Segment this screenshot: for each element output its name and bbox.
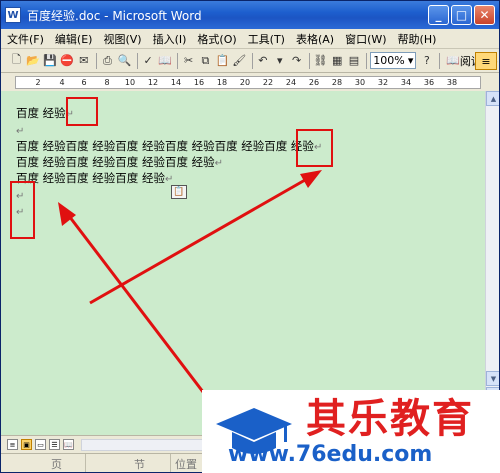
ruler-number: 20: [239, 78, 251, 87]
ruler-number: 6: [81, 78, 87, 87]
menu-format[interactable]: 格式(O): [197, 31, 236, 47]
horizontal-ruler[interactable]: 2 4 6 8 10 12 14 16 18 20 22 24 26 28 30…: [1, 73, 499, 91]
paragraph-mark: ↵: [214, 158, 224, 169]
open-folder-icon[interactable]: 📂: [26, 52, 41, 69]
paste-options-icon[interactable]: 📋: [171, 185, 187, 199]
tables-borders-icon[interactable]: ▦: [330, 52, 345, 69]
paste-icon[interactable]: 📋: [215, 52, 230, 69]
new-document-icon[interactable]: 🗋: [9, 52, 24, 69]
reading-view-icon[interactable]: 📖: [63, 439, 74, 450]
ruler-number: 24: [285, 78, 297, 87]
menu-view[interactable]: 视图(V): [103, 31, 141, 47]
menu-tools[interactable]: 工具(T): [248, 31, 285, 47]
annotation-box: [66, 97, 98, 126]
help-icon[interactable]: ?: [419, 52, 434, 69]
copy-icon[interactable]: ⧉: [198, 52, 213, 69]
print-preview-icon[interactable]: 🔍: [117, 52, 132, 69]
scroll-down-icon[interactable]: ▼: [486, 371, 499, 386]
chevron-down-icon: ▾: [407, 54, 414, 67]
ruler-number: 10: [124, 78, 136, 87]
menu-window[interactable]: 窗口(W): [345, 31, 386, 47]
insert-table-icon[interactable]: ▤: [347, 52, 362, 69]
ruler-number: 2: [35, 78, 41, 87]
graduation-cap-icon: [216, 407, 292, 454]
redo-icon[interactable]: ↷: [289, 52, 304, 69]
paragraph-mark: ↵: [164, 174, 174, 185]
annotation-box: [10, 181, 35, 239]
title-bar[interactable]: W 百度经验.doc - Microsoft Word _ □ ✕: [1, 1, 499, 29]
research-icon[interactable]: 📖: [158, 52, 173, 69]
ruler-number: 36: [423, 78, 435, 87]
toolbar-separator: [439, 52, 441, 69]
zoom-select[interactable]: 100% ▾: [370, 52, 417, 69]
ruler-number: 22: [262, 78, 274, 87]
hyperlink-icon[interactable]: ⛓: [313, 52, 328, 69]
undo-icon[interactable]: ↶: [255, 52, 270, 69]
toolbar-separator: [177, 52, 179, 69]
menu-help[interactable]: 帮助(H): [398, 31, 437, 47]
menu-edit[interactable]: 编辑(E): [55, 31, 93, 47]
close-button[interactable]: ✕: [474, 5, 495, 25]
watermark-brand: 其乐教育: [306, 395, 474, 442]
document-area[interactable]: 百度 经验↵ ↵ 百度 经验百度 经验百度 经验百度 经验百度 经验百度 经验↵…: [1, 91, 485, 435]
ruler-number: 8: [104, 78, 110, 87]
vertical-scrollbar[interactable]: ▲ ▼ ▲ ● ▼: [485, 91, 499, 435]
menu-table[interactable]: 表格(A): [296, 31, 334, 47]
web-layout-icon[interactable]: ▣: [21, 439, 32, 450]
normal-view-icon[interactable]: ≡: [7, 439, 18, 450]
spelling-icon[interactable]: ✓: [141, 52, 156, 69]
format-painter-icon[interactable]: 🖌: [232, 52, 247, 69]
ruler-number: 28: [331, 78, 343, 87]
maximize-button[interactable]: □: [451, 5, 472, 25]
menu-bar: 文件(F) 编辑(E) 视图(V) 插入(I) 格式(O) 工具(T) 表格(A…: [1, 29, 499, 49]
cut-icon[interactable]: ✂: [181, 52, 196, 69]
ruler-number: 32: [377, 78, 389, 87]
doc-line-5[interactable]: 百度 经验百度 经验百度 经验↵: [16, 170, 173, 188]
status-page: 页: [1, 453, 86, 472]
doc-text: 百度 经验: [16, 106, 66, 120]
menu-file[interactable]: 文件(F): [7, 31, 44, 47]
email-icon[interactable]: ✉: [76, 52, 91, 69]
annotation-box: [296, 129, 333, 167]
toolbar-separator: [96, 52, 98, 69]
toolbar-separator: [309, 52, 310, 69]
ruler-number: 14: [170, 78, 182, 87]
doc-text: 百度 经验百度 经验百度 经验百度 经验百度 经验百度 经验: [16, 139, 314, 153]
ruler-number: 18: [216, 78, 228, 87]
print-layout-icon[interactable]: ▭: [35, 439, 46, 450]
book-icon: 📖: [446, 54, 460, 67]
dropdown-arrow-icon[interactable]: ▾: [272, 52, 287, 69]
ruler-number: 12: [147, 78, 159, 87]
ruler-strip: 2 4 6 8 10 12 14 16 18 20 22 24 26 28 30…: [15, 76, 481, 89]
print-icon[interactable]: ⎙: [100, 52, 115, 69]
outline-view-icon[interactable]: ☰: [49, 439, 60, 450]
word-app-icon: W: [5, 7, 21, 23]
ruler-number: 34: [400, 78, 412, 87]
ruler-number: 26: [308, 78, 320, 87]
toolbar-separator: [136, 52, 138, 69]
status-section: 节: [86, 453, 171, 472]
standard-toolbar: 🗋 📂 💾 ⛔ ✉ ⎙ 🔍 ✓ 📖 ✂ ⧉ 📋 🖌 ↶ ▾ ↷ ⛓ ▦ ▤ 10…: [1, 49, 499, 73]
window-title: 百度经验.doc - Microsoft Word: [27, 8, 202, 23]
toolbar-separator: [366, 52, 368, 69]
ruler-number: 38: [446, 78, 458, 87]
zoom-value: 100%: [373, 54, 405, 67]
ruler-number: 4: [59, 78, 65, 87]
doc-text: 百度 经验百度 经验百度 经验百度 经验: [16, 155, 215, 169]
watermark-text: 其乐教育 www.76edu.com: [228, 395, 474, 468]
window-controls: _ □ ✕: [428, 5, 495, 25]
paragraph-mark: ↵: [16, 126, 25, 137]
ruler-number: 16: [193, 78, 205, 87]
permission-icon[interactable]: ⛔: [60, 52, 75, 69]
menu-insert[interactable]: 插入(I): [153, 31, 187, 47]
doc-text: 百度 经验百度 经验百度 经验: [16, 171, 165, 185]
toolbar-options-icon[interactable]: ≡: [475, 52, 497, 70]
scroll-up-icon[interactable]: ▲: [486, 91, 499, 106]
minimize-button[interactable]: _: [428, 5, 449, 25]
save-icon[interactable]: 💾: [43, 52, 58, 69]
toolbar-separator: [251, 52, 253, 69]
watermark-logo: 其乐教育 www.76edu.com: [202, 390, 500, 473]
ruler-number: 30: [354, 78, 366, 87]
